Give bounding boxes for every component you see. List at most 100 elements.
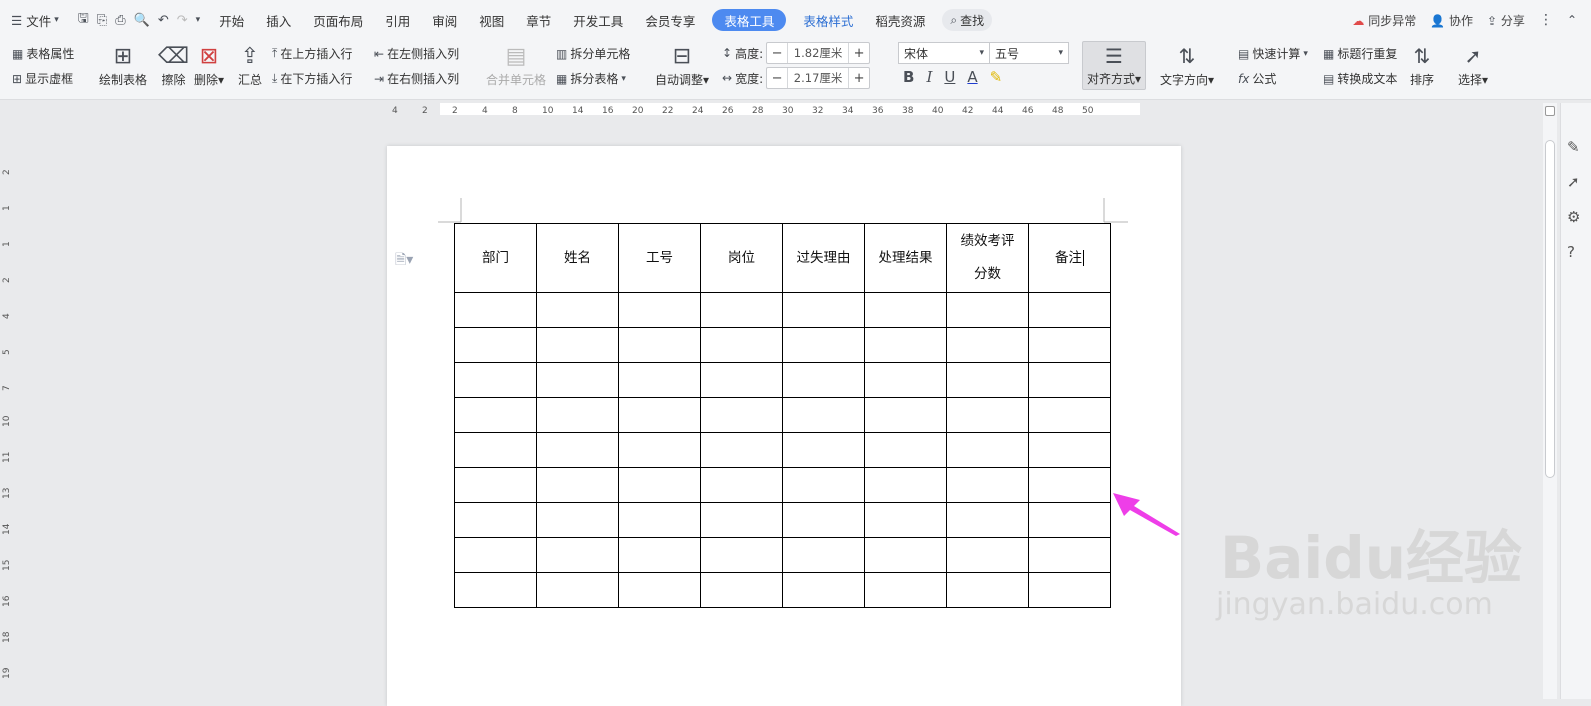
table-cell[interactable]	[864, 537, 947, 573]
table-cell[interactable]	[536, 327, 619, 363]
table-cell[interactable]	[782, 327, 865, 363]
table-header-cell[interactable]: 部门	[454, 223, 537, 293]
table-cell[interactable]	[618, 537, 701, 573]
table-cell[interactable]	[1028, 572, 1111, 608]
table-cell[interactable]	[946, 537, 1029, 573]
pen-icon[interactable]: ✎	[1567, 138, 1580, 156]
table-header-cell[interactable]: 工号	[618, 223, 701, 293]
settings-sliders-icon[interactable]: ⚙	[1567, 208, 1580, 226]
table-cell[interactable]	[536, 397, 619, 433]
table-cell[interactable]	[864, 432, 947, 468]
baidu-watermark: Baidu经验 jingyan.baidu.com	[1216, 528, 1522, 622]
table-cell[interactable]	[700, 362, 783, 398]
table-cell[interactable]	[618, 362, 701, 398]
table-cell[interactable]	[782, 432, 865, 468]
table-cell[interactable]	[946, 292, 1029, 328]
table-cell[interactable]	[618, 572, 701, 608]
scroll-top-button[interactable]	[1545, 106, 1555, 116]
table-cell[interactable]	[946, 397, 1029, 433]
table-cell[interactable]	[454, 397, 537, 433]
table-cell[interactable]	[536, 537, 619, 573]
table-row	[454, 467, 1111, 503]
watermark-url: jingyan.baidu.com	[1216, 587, 1493, 622]
table-cell[interactable]	[536, 292, 619, 328]
table-header-cell[interactable]: 备注	[1028, 223, 1111, 293]
table-header-row: 部门 姓名 工号 岗位 过失理由 处理结果 绩效考评分数 备注	[454, 223, 1111, 293]
table-cell[interactable]	[536, 467, 619, 503]
table-cell[interactable]	[700, 537, 783, 573]
table-cell[interactable]	[782, 572, 865, 608]
table-cell[interactable]	[782, 292, 865, 328]
table-cell[interactable]	[536, 502, 619, 538]
table-row	[454, 502, 1111, 538]
table-cell[interactable]	[700, 397, 783, 433]
table-cell[interactable]	[946, 572, 1029, 608]
table-cell[interactable]	[782, 502, 865, 538]
pointer-icon[interactable]: ➚	[1567, 173, 1580, 191]
table-cell[interactable]	[1028, 362, 1111, 398]
table-cell[interactable]	[454, 292, 537, 328]
table-header-cell[interactable]: 绩效考评分数	[946, 223, 1029, 293]
table-cell[interactable]	[946, 432, 1029, 468]
table-cell[interactable]	[700, 502, 783, 538]
table-cell[interactable]	[946, 327, 1029, 363]
table-cell[interactable]	[536, 572, 619, 608]
table-cell[interactable]	[618, 502, 701, 538]
table-cell[interactable]	[864, 572, 947, 608]
table-cell[interactable]	[864, 292, 947, 328]
table-cell[interactable]	[700, 467, 783, 503]
right-side-panel	[1560, 103, 1591, 699]
help-icon[interactable]: ?	[1567, 243, 1575, 261]
table-cell[interactable]	[1028, 502, 1111, 538]
table-cell[interactable]	[700, 432, 783, 468]
table-row	[454, 292, 1111, 328]
table-cell[interactable]	[454, 537, 537, 573]
table-cell[interactable]	[864, 467, 947, 503]
table-cell[interactable]	[454, 467, 537, 503]
table-cell[interactable]	[1028, 397, 1111, 433]
table-header-cell[interactable]: 岗位	[700, 223, 783, 293]
annotation-arrow	[1113, 493, 1180, 536]
table-cell[interactable]	[454, 362, 537, 398]
table-cell[interactable]	[1028, 432, 1111, 468]
table-cell[interactable]	[946, 502, 1029, 538]
table-cell[interactable]	[618, 327, 701, 363]
table-cell[interactable]	[864, 327, 947, 363]
scrollbar-thumb[interactable]	[1545, 140, 1555, 478]
table-header-cell[interactable]: 处理结果	[864, 223, 947, 293]
table-header-cell[interactable]: 过失理由	[782, 223, 865, 293]
table-cell[interactable]	[700, 572, 783, 608]
table-cell[interactable]	[946, 362, 1029, 398]
table-cell[interactable]	[782, 397, 865, 433]
table-cell[interactable]	[618, 397, 701, 433]
table-cell[interactable]	[864, 502, 947, 538]
table-row	[454, 537, 1111, 573]
table-cell[interactable]	[536, 362, 619, 398]
document-table[interactable]: 部门 姓名 工号 岗位 过失理由 处理结果 绩效考评分数 备注	[454, 223, 1111, 608]
table-row	[454, 327, 1111, 363]
table-cell[interactable]	[700, 292, 783, 328]
table-cell[interactable]	[700, 327, 783, 363]
table-cell[interactable]	[454, 572, 537, 608]
table-cell[interactable]	[1028, 467, 1111, 503]
table-cell[interactable]	[618, 432, 701, 468]
table-cell[interactable]	[946, 467, 1029, 503]
table-cell[interactable]	[1028, 327, 1111, 363]
table-cell[interactable]	[454, 432, 537, 468]
table-cell[interactable]	[454, 502, 537, 538]
table-cell[interactable]	[864, 362, 947, 398]
table-row	[454, 572, 1111, 608]
table-cell[interactable]	[536, 432, 619, 468]
table-header-cell[interactable]: 姓名	[536, 223, 619, 293]
table-cell[interactable]	[782, 537, 865, 573]
table-cell[interactable]	[782, 467, 865, 503]
paragraph-marker-icon[interactable]: 🗎▾	[395, 249, 413, 273]
table-cell[interactable]	[618, 292, 701, 328]
table-cell[interactable]	[864, 397, 947, 433]
table-cell[interactable]	[782, 362, 865, 398]
table-cell[interactable]	[618, 467, 701, 503]
table-cell[interactable]	[1028, 292, 1111, 328]
table-cell[interactable]	[454, 327, 537, 363]
table-cell[interactable]	[1028, 537, 1111, 573]
table-row	[454, 432, 1111, 468]
